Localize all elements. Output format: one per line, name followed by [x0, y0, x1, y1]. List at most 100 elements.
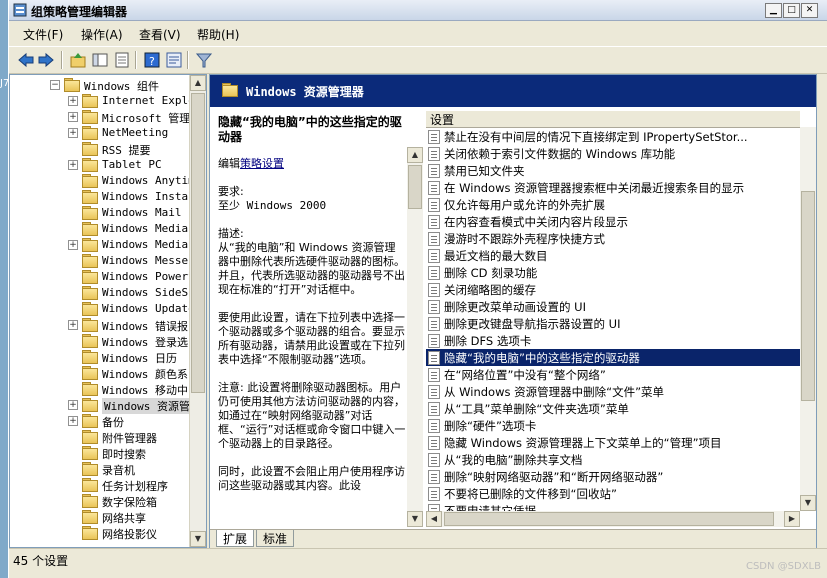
tree-item[interactable]: + Windows 错误报 [10, 317, 188, 333]
close-button[interactable]: ✕ [801, 3, 818, 18]
tree-item[interactable]: Windows Messen [10, 253, 195, 269]
tree-item[interactable]: + Internet Explo [10, 93, 195, 109]
tree-scroll-down-button[interactable]: ▼ [190, 531, 206, 547]
show-hide-tree-icon[interactable] [91, 51, 109, 69]
tree-item[interactable]: − Windows 组件 [10, 77, 188, 93]
setting-row[interactable]: 删除“映射网络驱动器”和“断开网络驱动器” [426, 468, 800, 485]
setting-row[interactable]: 关闭缩略图的缓存 [426, 281, 800, 298]
setting-row[interactable]: 隐藏 Windows 资源管理器上下文菜单上的“管理”项目 [426, 434, 800, 451]
setting-row[interactable]: 禁止在没有中间层的情况下直接绑定到 IPropertySetStor... [426, 128, 800, 145]
tree-item[interactable]: Windows SideSh [10, 285, 195, 301]
more-text: 同时，此设置不会阻止用户使用程序访问这些驱动器或其内容。此设 [218, 465, 405, 492]
setting-row[interactable]: 删除 DFS 选项卡 [426, 332, 800, 349]
up-folder-icon[interactable] [69, 51, 87, 69]
tree-item[interactable]: 录音机 [10, 461, 188, 477]
tree-scroll-up-button[interactable]: ▲ [190, 75, 206, 91]
tree-item[interactable]: Windows Instal [10, 189, 195, 205]
minimize-button[interactable]: ▁ [765, 3, 782, 18]
menu-action[interactable]: 操作(A) [81, 26, 123, 43]
menu-help[interactable]: 帮助(H) [197, 26, 239, 43]
setting-row[interactable]: 删除更改键盘导航指示器设置的 UI [426, 315, 800, 332]
settings-scroll-thumb[interactable] [801, 191, 815, 401]
tree-item[interactable]: Windows PowerS [10, 269, 195, 285]
back-icon[interactable] [17, 51, 35, 69]
help-icon[interactable]: ? [143, 51, 161, 69]
setting-label: 不要申请其它凭据 [444, 504, 536, 511]
tree-item[interactable]: 数字保险箱 [10, 493, 188, 509]
expand-icon[interactable]: + [68, 112, 78, 122]
setting-row[interactable]: 从 Windows 资源管理器中删除“文件”菜单 [426, 383, 800, 400]
setting-row[interactable]: 禁用已知文件夹 [426, 162, 800, 179]
settings-hscroll-thumb[interactable] [444, 512, 774, 526]
setting-row[interactable]: 仅允许每用户或允许的外壳扩展 [426, 196, 800, 213]
setting-row[interactable]: 在“网络位置”中没有“整个网络” [426, 366, 800, 383]
setting-row[interactable]: 关闭依赖于索引文件数据的 Windows 库功能 [426, 145, 800, 162]
forward-icon[interactable] [37, 51, 55, 69]
expand-icon[interactable]: + [68, 416, 78, 426]
edit-policy-link[interactable]: 策略设置 [240, 157, 284, 170]
tree-item[interactable]: 任务计划程序 [10, 477, 188, 493]
expand-icon[interactable]: + [68, 160, 78, 170]
tree-item[interactable]: 网络投影仪 [10, 525, 188, 541]
expand-icon[interactable]: + [68, 128, 78, 138]
settings-vertical-scrollbar[interactable]: ▼ [800, 127, 816, 511]
tree-item[interactable]: Windows 日历 [10, 349, 188, 365]
description-scroll-up-button[interactable]: ▲ [407, 147, 423, 163]
setting-row[interactable]: 删除“硬件”选项卡 [426, 417, 800, 434]
menu-view[interactable]: 查看(V) [139, 26, 181, 43]
description-scroll-down-button[interactable]: ▼ [407, 511, 423, 527]
setting-row[interactable]: 在 Windows 资源管理器搜索框中关闭最近搜索条目的显示 [426, 179, 800, 196]
setting-row[interactable]: 不要将已删除的文件移到“回收站” [426, 485, 800, 502]
tree-item[interactable]: + 备份 [10, 413, 188, 429]
settings-horizontal-scrollbar[interactable]: ◀ ▶ [426, 511, 800, 527]
setting-row[interactable]: 从“工具”菜单删除“文件夹选项”菜单 [426, 400, 800, 417]
tree-item[interactable]: 附件管理器 [10, 429, 188, 445]
collapse-icon[interactable]: − [50, 80, 60, 90]
settings-scroll-left-button[interactable]: ◀ [426, 511, 442, 527]
tree-item[interactable]: RSS 提要 [10, 141, 188, 157]
console-tree[interactable]: − Windows 组件 + Internet Explo + Microsoft 管理 +… [9, 74, 207, 548]
tree-item[interactable]: Windows 登录选 [10, 333, 188, 349]
setting-row[interactable]: 从“我的电脑”删除共享文档 [426, 451, 800, 468]
expand-icon[interactable]: + [68, 96, 78, 106]
setting-label: 不要将已删除的文件移到“回收站” [444, 487, 617, 501]
tree-item[interactable]: 网络共享 [10, 509, 188, 525]
menu-file[interactable]: 文件(F) [23, 26, 63, 43]
description-scrollbar[interactable]: ▲ ▼ [407, 147, 423, 527]
tree-item[interactable]: + NetMeeting [10, 125, 188, 141]
setting-row[interactable]: 删除更改菜单动画设置的 UI [426, 298, 800, 315]
tree-vertical-scrollbar[interactable]: ▲ ▼ [189, 75, 206, 547]
properties-icon[interactable] [165, 51, 183, 69]
tree-item[interactable]: + Tablet PC [10, 157, 188, 173]
description-scroll-thumb[interactable] [408, 165, 422, 209]
tree-item[interactable]: Windows Anytim [10, 173, 195, 189]
settings-column-header[interactable]: 设置 [426, 111, 800, 128]
tree-item[interactable]: Windows 颜色系 [10, 365, 188, 381]
tree-item[interactable]: + Windows 资源管 [10, 397, 192, 414]
tree-item[interactable]: Windows 移动中 [10, 381, 188, 397]
settings-scroll-right-button[interactable]: ▶ [784, 511, 800, 527]
tree-item-label: 任务计划程序 [102, 480, 168, 493]
expand-icon[interactable]: + [68, 240, 78, 250]
tab-standard[interactable]: 标准 [256, 530, 295, 547]
expand-icon[interactable]: + [68, 400, 78, 410]
tree-item[interactable]: Windows Media [10, 221, 188, 237]
filter-icon[interactable] [195, 51, 213, 69]
setting-row[interactable]: 隐藏“我的电脑”中的这些指定的驱动器 [426, 349, 800, 366]
export-list-icon[interactable] [113, 51, 131, 69]
tree-scroll-thumb[interactable] [191, 93, 205, 393]
expand-icon[interactable]: + [68, 320, 78, 330]
setting-row[interactable]: 漫游时不跟踪外壳程序快捷方式 [426, 230, 800, 247]
tree-item[interactable]: Windows Mail [10, 205, 188, 221]
maximize-button[interactable]: □ [783, 3, 800, 18]
tree-item[interactable]: 即时搜索 [10, 445, 188, 461]
setting-row[interactable]: 最近文档的最大数目 [426, 247, 800, 264]
tree-item[interactable]: Windows Update [10, 301, 195, 317]
tree-item[interactable]: + Microsoft 管理 [10, 109, 190, 125]
tab-extended[interactable]: 扩展 [216, 530, 255, 547]
setting-row[interactable]: 不要申请其它凭据 [426, 502, 800, 511]
setting-row[interactable]: 在内容查看模式中关闭内容片段显示 [426, 213, 800, 230]
tree-item[interactable]: + Windows Media [10, 237, 188, 253]
settings-scroll-down-button[interactable]: ▼ [800, 495, 816, 511]
setting-row[interactable]: 删除 CD 刻录功能 [426, 264, 800, 281]
